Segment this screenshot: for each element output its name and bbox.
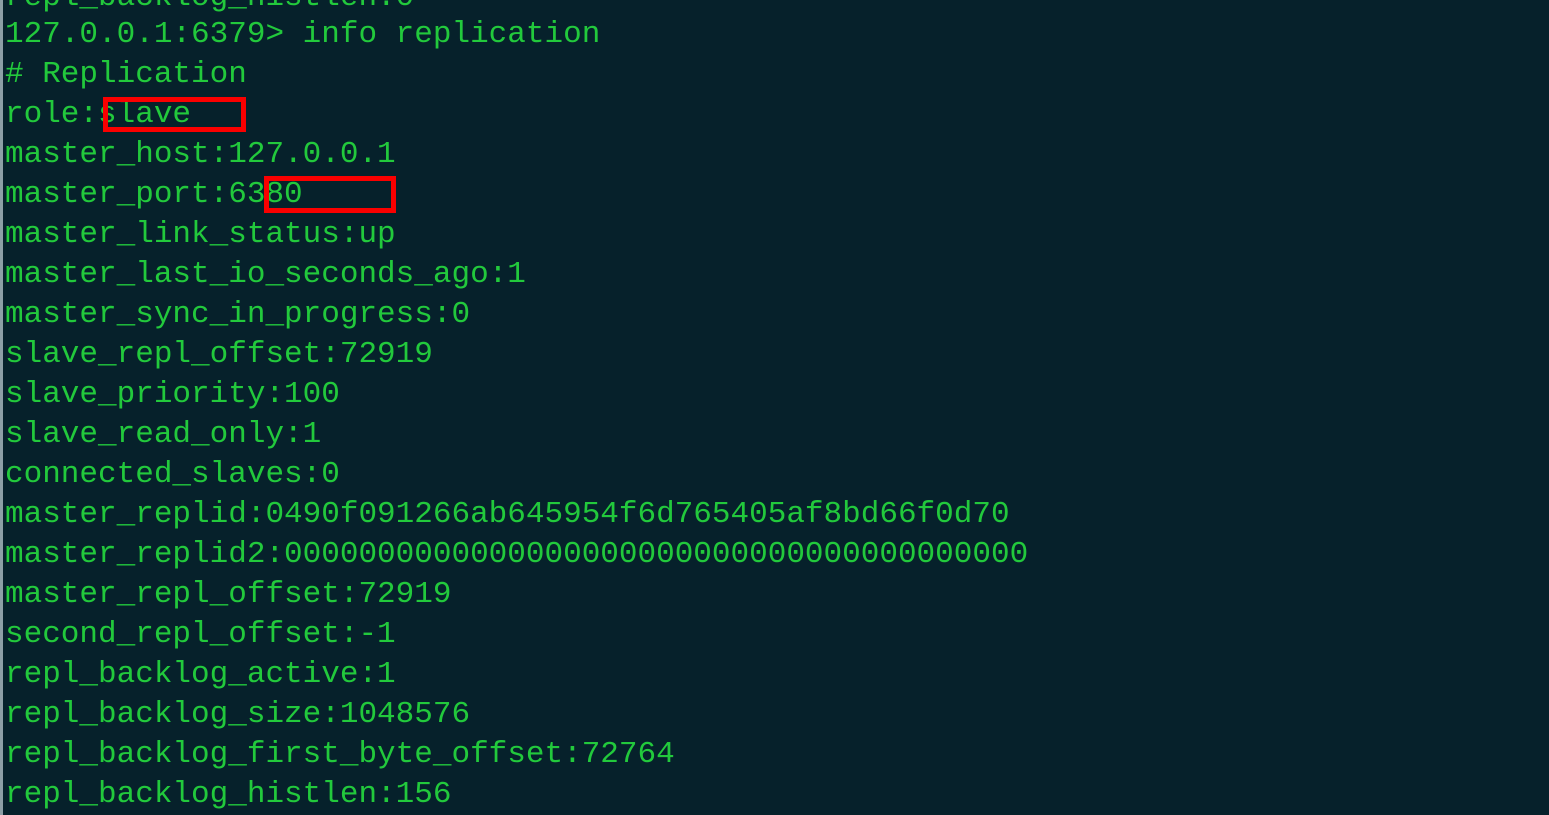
prompt-line-info-replication: 127.0.0.1:6379> info replication <box>5 17 601 52</box>
output-line-master-last-io-seconds-ago: master_last_io_seconds_ago:1 <box>5 257 526 292</box>
output-line-connected-slaves: connected_slaves:0 <box>5 457 340 492</box>
output-line-repl-backlog-size: repl_backlog_size:1048576 <box>5 697 471 732</box>
output-line-second-repl-offset: second_repl_offset:-1 <box>5 617 396 652</box>
output-line-repl-backlog-first-byte-offset: repl_backlog_first_byte_offset:72764 <box>5 737 675 772</box>
terminal-output-screen[interactable]: repl_backlog_histlen:0 127.0.0.1:6379> i… <box>3 0 1549 815</box>
output-line-master-port: master_port:6380 <box>5 177 303 212</box>
output-line-slave-priority: slave_priority:100 <box>5 377 340 412</box>
output-line-slave-repl-offset: slave_repl_offset:72919 <box>5 337 433 372</box>
terminal-window[interactable]: repl_backlog_histlen:0 127.0.0.1:6379> i… <box>0 0 1549 815</box>
output-line-master-replid2: master_replid2:0000000000000000000000000… <box>5 537 1029 572</box>
output-line-master-host: master_host:127.0.0.1 <box>5 137 396 172</box>
output-line-master-link-status: master_link_status:up <box>5 217 396 252</box>
output-line-master-replid: master_replid:0490f091266ab645954f6d7654… <box>5 497 1010 532</box>
output-line-master-sync-in-progress: master_sync_in_progress:0 <box>5 297 471 332</box>
output-line-role: role:slave <box>5 97 192 132</box>
output-line-repl-backlog-active: repl_backlog_active:1 <box>5 657 396 692</box>
section-header-replication: # Replication <box>5 57 247 92</box>
output-line-repl-backlog-histlen: repl_backlog_histlen:156 <box>5 777 452 812</box>
output-line-master-repl-offset: master_repl_offset:72919 <box>5 577 452 612</box>
output-line-slave-read-only: slave_read_only:1 <box>5 417 322 452</box>
